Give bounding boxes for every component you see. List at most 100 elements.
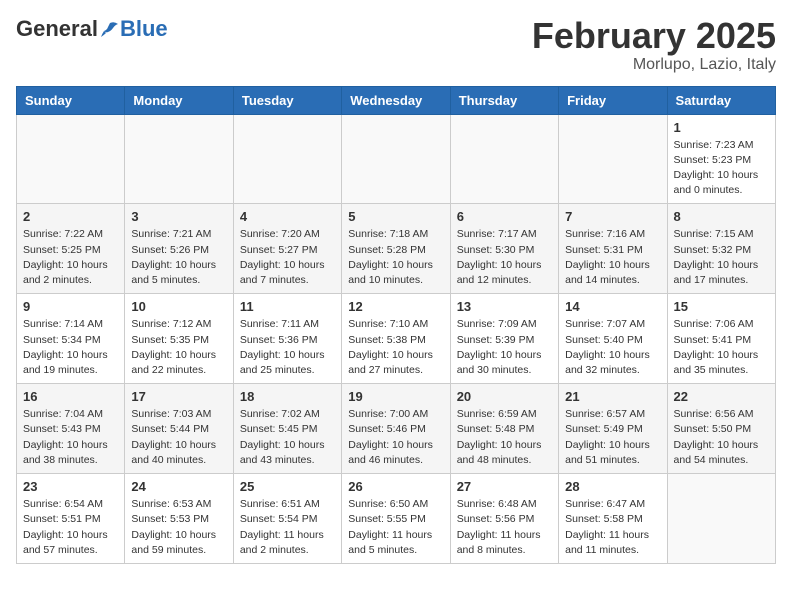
calendar-cell: 22 Sunrise: 6:56 AM Sunset: 5:50 PM Dayli… [667, 384, 775, 474]
day-number: 23 [23, 479, 118, 494]
week-row-1: 1 Sunrise: 7:23 AM Sunset: 5:23 PM Daylig… [17, 114, 776, 204]
day-number: 4 [240, 209, 335, 224]
day-info: Sunrise: 6:51 AM Sunset: 5:54 PM Dayligh… [240, 497, 335, 558]
day-info: Sunrise: 7:21 AM Sunset: 5:26 PM Dayligh… [131, 227, 226, 288]
day-number: 17 [131, 389, 226, 404]
calendar-cell: 26Sunrise: 6:50 AM Sunset: 5:55 PM Dayli… [342, 474, 450, 564]
day-number: 5 [348, 209, 443, 224]
day-info: Sunrise: 6:54 AM Sunset: 5:51 PM Dayligh… [23, 497, 118, 558]
week-row-5: 23 Sunrise: 6:54 AM Sunset: 5:51 PM Dayli… [17, 474, 776, 564]
calendar-cell [450, 114, 558, 204]
day-info: Sunrise: 7:10 AM Sunset: 5:38 PM Dayligh… [348, 317, 443, 378]
calendar-cell: 17 Sunrise: 7:03 AM Sunset: 5:44 PM Dayli… [125, 384, 233, 474]
calendar-cell: 20 Sunrise: 6:59 AM Sunset: 5:48 PM Dayli… [450, 384, 558, 474]
day-number: 25 [240, 479, 335, 494]
day-info: Sunrise: 6:53 AM Sunset: 5:53 PM Dayligh… [131, 497, 226, 558]
day-number: 6 [457, 209, 552, 224]
calendar-cell: 25 Sunrise: 6:51 AM Sunset: 5:54 PM Dayli… [233, 474, 341, 564]
calendar-cell: 12 Sunrise: 7:10 AM Sunset: 5:38 PM Dayli… [342, 294, 450, 384]
calendar-cell: 9 Sunrise: 7:14 AM Sunset: 5:34 PM Daylig… [17, 294, 125, 384]
calendar-cell: 11Sunrise: 7:11 AM Sunset: 5:36 PM Dayli… [233, 294, 341, 384]
month-year: February 2025 [532, 16, 776, 56]
day-number: 16 [23, 389, 118, 404]
calendar-cell: 15 Sunrise: 7:06 AM Sunset: 5:41 PM Dayli… [667, 294, 775, 384]
weekday-header-friday: Friday [559, 86, 667, 114]
calendar-cell: 18Sunrise: 7:02 AM Sunset: 5:45 PM Dayli… [233, 384, 341, 474]
week-row-2: 2 Sunrise: 7:22 AM Sunset: 5:25 PM Daylig… [17, 204, 776, 294]
day-number: 10 [131, 299, 226, 314]
day-info: Sunrise: 7:17 AM Sunset: 5:30 PM Dayligh… [457, 227, 552, 288]
weekday-header-tuesday: Tuesday [233, 86, 341, 114]
calendar-cell: 28 Sunrise: 6:47 AM Sunset: 5:58 PM Dayli… [559, 474, 667, 564]
day-info: Sunrise: 7:20 AM Sunset: 5:27 PM Dayligh… [240, 227, 335, 288]
day-info: Sunrise: 7:07 AM Sunset: 5:40 PM Dayligh… [565, 317, 660, 378]
location: Morlupo, Lazio, Italy [532, 56, 776, 74]
month-title: February 2025 Morlupo, Lazio, Italy [532, 16, 776, 74]
weekday-header-sunday: Sunday [17, 86, 125, 114]
day-info: Sunrise: 6:48 AM Sunset: 5:56 PM Dayligh… [457, 497, 552, 558]
day-info: Sunrise: 7:22 AM Sunset: 5:25 PM Dayligh… [23, 227, 118, 288]
weekday-header-wednesday: Wednesday [342, 86, 450, 114]
calendar-cell: 7 Sunrise: 7:16 AM Sunset: 5:31 PM Daylig… [559, 204, 667, 294]
day-number: 14 [565, 299, 660, 314]
day-number: 7 [565, 209, 660, 224]
day-number: 24 [131, 479, 226, 494]
day-number: 12 [348, 299, 443, 314]
calendar-table: SundayMondayTuesdayWednesdayThursdayFrid… [16, 86, 776, 564]
calendar-cell: 16 Sunrise: 7:04 AM Sunset: 5:43 PM Dayli… [17, 384, 125, 474]
day-number: 27 [457, 479, 552, 494]
calendar-cell: 3 Sunrise: 7:21 AM Sunset: 5:26 PM Daylig… [125, 204, 233, 294]
logo-blue-text: Blue [120, 16, 168, 42]
day-number: 18 [240, 389, 335, 404]
week-row-3: 9 Sunrise: 7:14 AM Sunset: 5:34 PM Daylig… [17, 294, 776, 384]
calendar-cell: 1 Sunrise: 7:23 AM Sunset: 5:23 PM Daylig… [667, 114, 775, 204]
weekday-header-monday: Monday [125, 86, 233, 114]
weekday-header-row: SundayMondayTuesdayWednesdayThursdayFrid… [17, 86, 776, 114]
day-number: 9 [23, 299, 118, 314]
day-number: 21 [565, 389, 660, 404]
day-number: 8 [674, 209, 769, 224]
day-number: 22 [674, 389, 769, 404]
day-number: 15 [674, 299, 769, 314]
calendar-cell: 2 Sunrise: 7:22 AM Sunset: 5:25 PM Daylig… [17, 204, 125, 294]
day-info: Sunrise: 7:03 AM Sunset: 5:44 PM Dayligh… [131, 407, 226, 468]
calendar-cell: 6 Sunrise: 7:17 AM Sunset: 5:30 PM Daylig… [450, 204, 558, 294]
day-info: Sunrise: 7:23 AM Sunset: 5:23 PM Dayligh… [674, 138, 769, 199]
day-info: Sunrise: 7:14 AM Sunset: 5:34 PM Dayligh… [23, 317, 118, 378]
day-number: 11 [240, 299, 335, 314]
day-number: 2 [23, 209, 118, 224]
day-number: 19 [348, 389, 443, 404]
day-info: Sunrise: 6:47 AM Sunset: 5:58 PM Dayligh… [565, 497, 660, 558]
calendar-cell: 24 Sunrise: 6:53 AM Sunset: 5:53 PM Dayli… [125, 474, 233, 564]
day-info: Sunrise: 7:04 AM Sunset: 5:43 PM Dayligh… [23, 407, 118, 468]
calendar-cell [17, 114, 125, 204]
day-number: 28 [565, 479, 660, 494]
day-info: Sunrise: 7:06 AM Sunset: 5:41 PM Dayligh… [674, 317, 769, 378]
calendar-cell: 10Sunrise: 7:12 AM Sunset: 5:35 PM Dayli… [125, 294, 233, 384]
day-number: 3 [131, 209, 226, 224]
day-info: Sunrise: 7:00 AM Sunset: 5:46 PM Dayligh… [348, 407, 443, 468]
week-row-4: 16 Sunrise: 7:04 AM Sunset: 5:43 PM Dayli… [17, 384, 776, 474]
day-number: 26 [348, 479, 443, 494]
calendar-cell: 13Sunrise: 7:09 AM Sunset: 5:39 PM Dayli… [450, 294, 558, 384]
calendar-cell: 4 Sunrise: 7:20 AM Sunset: 5:27 PM Daylig… [233, 204, 341, 294]
day-info: Sunrise: 7:15 AM Sunset: 5:32 PM Dayligh… [674, 227, 769, 288]
weekday-header-thursday: Thursday [450, 86, 558, 114]
calendar-cell: 21 Sunrise: 6:57 AM Sunset: 5:49 PM Dayli… [559, 384, 667, 474]
logo: General Blue [16, 16, 168, 42]
page-header: General Blue February 2025 Morlupo, Lazi… [16, 16, 776, 74]
day-info: Sunrise: 6:59 AM Sunset: 5:48 PM Dayligh… [457, 407, 552, 468]
calendar-cell: 5Sunrise: 7:18 AM Sunset: 5:28 PM Daylig… [342, 204, 450, 294]
calendar-cell: 8 Sunrise: 7:15 AM Sunset: 5:32 PM Daylig… [667, 204, 775, 294]
calendar-cell: 19 Sunrise: 7:00 AM Sunset: 5:46 PM Dayli… [342, 384, 450, 474]
day-info: Sunrise: 6:56 AM Sunset: 5:50 PM Dayligh… [674, 407, 769, 468]
calendar-cell [125, 114, 233, 204]
calendar-cell [667, 474, 775, 564]
day-number: 1 [674, 120, 769, 135]
day-number: 13 [457, 299, 552, 314]
day-info: Sunrise: 6:57 AM Sunset: 5:49 PM Dayligh… [565, 407, 660, 468]
calendar-cell [559, 114, 667, 204]
day-info: Sunrise: 7:16 AM Sunset: 5:31 PM Dayligh… [565, 227, 660, 288]
day-number: 20 [457, 389, 552, 404]
logo-bird-icon [100, 19, 120, 39]
